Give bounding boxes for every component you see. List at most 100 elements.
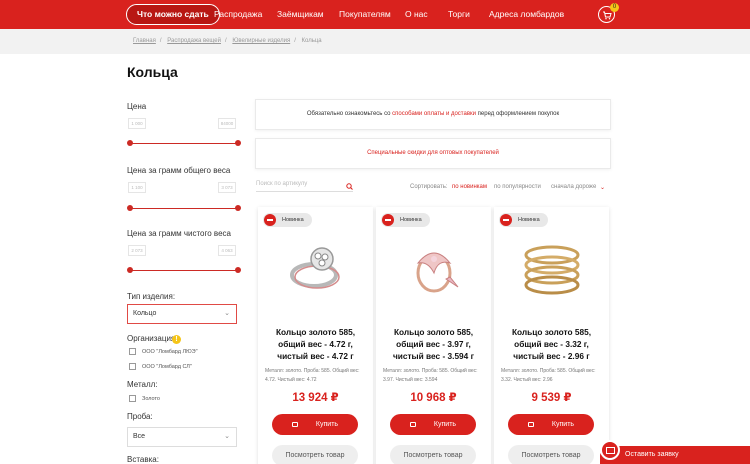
gross-to-input[interactable]: 3 073	[218, 182, 236, 193]
badge-label: Новинка	[400, 217, 422, 223]
price-slider[interactable]	[127, 140, 241, 146]
sort-by-popularity[interactable]: по популярности	[494, 184, 541, 190]
new-badge: Новинка	[499, 213, 548, 227]
breadcrumb: Главная / Распродажа вещей / Ювелирные изд…	[133, 38, 322, 44]
badge-label: Новинка	[518, 217, 540, 223]
product-price: 10 968 ₽	[410, 392, 457, 404]
article-search-input[interactable]: Поиск по артикулу	[256, 181, 353, 192]
product-description: Металл: золото. Проба: 585. Общий вес: 4…	[265, 368, 360, 383]
sort-by-new[interactable]: по новинкам	[452, 184, 487, 190]
breadcrumb-jewelry[interactable]: Ювелирные изделия	[232, 38, 290, 44]
product-description: Металл: золото. Проба: 585. Общий вес: 3…	[501, 368, 596, 383]
product-card[interactable]: Новинка Кольцо золото 585, общий вес - 4…	[258, 207, 373, 464]
product-image[interactable]	[398, 233, 470, 303]
net-from-input[interactable]: 2 073	[128, 245, 146, 256]
product-image[interactable]	[280, 233, 352, 303]
breadcrumb-home[interactable]: Главная	[133, 38, 156, 44]
nav-item-sale[interactable]: Распродажа	[214, 0, 262, 29]
metal-option-label: Золото	[142, 396, 160, 402]
price-from-input[interactable]: 1 000	[128, 118, 146, 129]
new-badge-icon	[264, 214, 276, 226]
chevron-down-icon: ⌄	[224, 433, 230, 440]
nav-item-addresses[interactable]: Адреса ломбардов	[489, 0, 564, 29]
notice-text-end: перед оформлением покупок	[475, 111, 560, 117]
new-badge: Новинка	[381, 213, 430, 227]
buy-button-label: Купить	[315, 421, 339, 428]
view-product-button[interactable]: Посмотреть товар	[390, 445, 476, 464]
product-card[interactable]: Новинка Кольцо золото 585, общий вес - 3…	[376, 207, 491, 464]
insert-label: Вставка:	[127, 455, 159, 464]
item-type-label: Тип изделия:	[127, 292, 176, 301]
nav-item-buyers[interactable]: Покупателям	[339, 0, 391, 29]
payment-delivery-link[interactable]: способами оплаты и доставки	[392, 111, 476, 117]
org-option-2-label: ООО "Ломбард СЛ"	[142, 364, 192, 370]
buy-button[interactable]: Купить	[508, 414, 594, 435]
envelope-icon[interactable]	[600, 440, 620, 460]
price-slider-max-handle[interactable]	[235, 140, 241, 146]
new-badge: Новинка	[263, 213, 312, 227]
buy-button[interactable]: Купить	[390, 414, 476, 435]
gross-price-slider[interactable]	[127, 205, 241, 211]
product-title[interactable]: Кольцо золото 585, общий вес - 4.72 г, ч…	[262, 326, 369, 362]
organization-label: Организация:	[127, 334, 178, 343]
net-to-input[interactable]: 4 063	[218, 245, 236, 256]
sort-label: Сортировать:	[410, 184, 448, 190]
leave-request-button[interactable]: Оставить заявку	[600, 446, 750, 464]
wholesale-discount-link[interactable]: Специальные скидки для оптовых покупател…	[367, 150, 499, 156]
new-badge-icon	[382, 214, 394, 226]
wholesale-discount-banner[interactable]: Специальные скидки для оптовых покупател…	[255, 138, 611, 169]
search-icon[interactable]	[346, 183, 353, 190]
breadcrumb-bar: Главная / Распродажа вещей / Ювелирные изд…	[0, 29, 750, 54]
net-slider-min-handle[interactable]	[127, 267, 133, 273]
product-title[interactable]: Кольцо золото 585, общий вес - 3.32 г, ч…	[498, 326, 605, 362]
org-checkbox-2[interactable]	[129, 363, 136, 370]
payment-notice: Обязательно ознакомьтесь со способами оп…	[255, 99, 611, 130]
org-checkbox-1[interactable]	[129, 348, 136, 355]
price-filter-label: Цена	[127, 102, 147, 111]
new-badge-icon	[500, 214, 512, 226]
nav-item-what-to-pawn[interactable]: Что можно сдать	[126, 4, 220, 25]
badge-label: Новинка	[282, 217, 304, 223]
buy-button[interactable]: Купить	[272, 414, 358, 435]
lock-icon	[291, 422, 298, 427]
sort-by-price-desc[interactable]: сначала дороже	[551, 184, 596, 190]
nav-item-about[interactable]: О нас	[405, 0, 428, 29]
product-image[interactable]	[516, 233, 588, 303]
product-price: 9 539 ₽	[531, 392, 572, 404]
net-slider-max-handle[interactable]	[235, 267, 241, 273]
lock-icon	[527, 422, 534, 427]
chevron-down-icon: ⌄	[224, 310, 230, 317]
price-to-input[interactable]: 84000	[218, 118, 236, 129]
product-description: Металл: золото. Проба: 585. Общий вес: 3…	[383, 368, 478, 383]
buy-button-label: Купить	[551, 421, 575, 428]
probe-value: Все	[133, 433, 146, 440]
product-title[interactable]: Кольцо золото 585, общий вес - 3.97 г, ч…	[380, 326, 487, 362]
metal-checkbox[interactable]	[129, 395, 136, 402]
product-card[interactable]: Новинка Кольцо золото 585, общий вес - 3…	[494, 207, 609, 464]
nav-item-borrowers[interactable]: Заёмщикам	[277, 0, 324, 29]
page-title: Кольца	[127, 64, 178, 80]
nav-item-auctions[interactable]: Торги	[448, 0, 470, 29]
buy-button-label: Купить	[433, 421, 457, 428]
price-slider-min-handle[interactable]	[127, 140, 133, 146]
sort-direction-icon[interactable]: ⌄	[600, 184, 605, 191]
gross-slider-min-handle[interactable]	[127, 205, 133, 211]
org-option-1-label: ООО "Ломбард ЛЮЭ"	[142, 349, 198, 355]
gross-from-input[interactable]: 1 100	[128, 182, 146, 193]
cart-count-badge: 0	[610, 3, 619, 12]
metal-label: Металл:	[127, 380, 158, 389]
probe-label: Проба:	[127, 412, 153, 421]
view-product-button[interactable]: Посмотреть товар	[272, 445, 358, 464]
probe-select[interactable]: Все ⌄	[127, 427, 237, 447]
gross-slider-max-handle[interactable]	[235, 205, 241, 211]
warning-icon: !	[172, 335, 181, 344]
breadcrumb-sale[interactable]: Распродажа вещей	[167, 38, 221, 44]
net-price-slider[interactable]	[127, 267, 241, 273]
cart-icon	[603, 11, 612, 20]
view-product-button[interactable]: Посмотреть товар	[508, 445, 594, 464]
item-type-select[interactable]: Кольцо ⌄	[127, 304, 237, 324]
breadcrumb-current: Кольца	[301, 38, 322, 44]
lock-icon	[409, 422, 416, 427]
net-price-filter-label: Цена за грамм чистого веса	[127, 229, 231, 238]
top-nav: Что можно сдать Распродажа Заёмщикам Пок…	[0, 0, 750, 29]
